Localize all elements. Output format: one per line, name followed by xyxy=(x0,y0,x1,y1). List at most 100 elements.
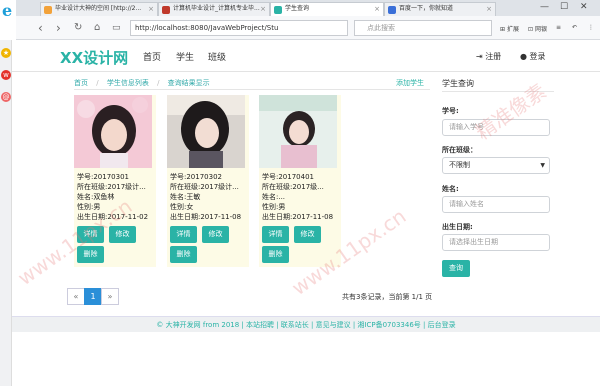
edit-button[interactable]: 修改 xyxy=(109,226,136,243)
detail-button[interactable]: 详情 xyxy=(262,226,289,243)
breadcrumb-home[interactable]: 首页 xyxy=(74,79,88,87)
birthday-input[interactable]: 请选择出生日期 xyxy=(442,234,550,251)
bank-button[interactable]: ⊡ 网银 xyxy=(528,24,547,33)
url-input[interactable]: http://localhost:8080/JavaWebProject/Stu xyxy=(130,20,348,36)
student-birthday: 出生日期:2017-11-08 xyxy=(170,213,242,221)
close-tab-icon[interactable]: × xyxy=(148,3,154,15)
student-photo xyxy=(259,95,337,168)
divider xyxy=(442,91,554,92)
student-class: 所在班级:2017级计... xyxy=(77,183,146,191)
page-1-button[interactable]: 1 xyxy=(84,288,102,305)
chevron-down-icon: ▼ xyxy=(540,162,545,169)
undo-icon[interactable]: ↶ xyxy=(572,24,577,31)
nav-classes[interactable]: 班级 xyxy=(208,50,226,63)
favicon-icon xyxy=(44,6,52,14)
search-input[interactable]: 点此搜索 xyxy=(354,20,492,36)
breadcrumb: 首页 / 学生信息列表 / 查询结果显示 添加学生 xyxy=(74,78,430,90)
browser-tab-active[interactable]: 学生查询 × xyxy=(270,2,384,16)
student-gender: 性别:男 xyxy=(77,203,101,211)
student-no: 学号:20170301 xyxy=(77,173,129,181)
prev-page-button[interactable]: « xyxy=(67,288,85,305)
browser-tab[interactable]: 百度一下，你就知道 × xyxy=(384,2,496,16)
star-icon[interactable]: ★ xyxy=(1,48,11,58)
student-info: 学号:20170401 所在班级:2017级... 姓名:... 性别:男 出生… xyxy=(262,172,341,222)
student-name: 姓名:... xyxy=(262,193,286,201)
page-icon: ▭ xyxy=(112,23,121,33)
delete-button[interactable]: 删除 xyxy=(170,246,197,263)
student-card: 学号:20170302 所在班级:2017级计... 姓名:王敏 性别:女 出生… xyxy=(167,95,249,267)
delete-button[interactable]: 删除 xyxy=(262,246,289,263)
name-label: 姓名: xyxy=(442,185,459,193)
detail-button[interactable]: 详情 xyxy=(77,226,104,243)
extension-button[interactable]: ⊞ 扩展 xyxy=(500,24,519,33)
student-card: 学号:20170301 所在班级:2017级计... 姓名:双鱼林 性别:男 出… xyxy=(74,95,156,267)
site-header: XX设计网 首页 学生 班级 ⇥ 注册 ● 登录 xyxy=(12,40,600,72)
close-tab-icon[interactable]: × xyxy=(374,3,380,15)
student-birthday: 出生日期:2017-11-08 xyxy=(262,213,334,221)
student-photo xyxy=(74,95,152,168)
register-button[interactable]: ⇥ 注册 xyxy=(476,51,501,62)
student-info: 学号:20170302 所在班级:2017级计... 姓名:王敏 性别:女 出生… xyxy=(170,172,249,222)
breadcrumb-student-list[interactable]: 学生信息列表 xyxy=(107,79,149,87)
weibo-icon[interactable]: w xyxy=(1,70,11,80)
browser-tab[interactable]: 计算机毕业设计_计算机专业毕... × xyxy=(158,2,270,16)
address-toolbar: ‹ › ↻ ⌂ ▭ http://localhost:8080/JavaWebP… xyxy=(16,16,600,40)
student-no: 学号:20170401 xyxy=(262,173,314,181)
close-tab-icon[interactable]: × xyxy=(260,3,266,15)
favicon-icon xyxy=(274,6,282,14)
forward-icon[interactable]: › xyxy=(56,21,61,35)
breadcrumb-separator: / xyxy=(157,79,160,87)
student-name: 姓名:王敏 xyxy=(170,193,201,201)
class-label: 所在班级： xyxy=(442,146,477,154)
edit-button[interactable]: 修改 xyxy=(294,226,321,243)
name-input[interactable]: 请输入姓名 xyxy=(442,196,550,213)
student-photo xyxy=(167,95,245,168)
login-button[interactable]: ● 登录 xyxy=(520,51,546,62)
menu-icon[interactable]: ≡ xyxy=(556,24,561,31)
favicon-icon xyxy=(162,6,170,14)
back-icon[interactable]: ‹ xyxy=(38,21,43,35)
browser-sidebar: ★ w @ xyxy=(0,40,12,386)
delete-button[interactable]: 删除 xyxy=(77,246,104,263)
edit-button[interactable]: 修改 xyxy=(202,226,229,243)
minimize-icon[interactable]: — xyxy=(540,2,549,12)
birthday-label: 出生日期: xyxy=(442,223,473,231)
browser-logo-icon: e xyxy=(0,0,16,20)
student-class: 所在班级:2017级计... xyxy=(170,183,239,191)
browser-tab[interactable]: 毕业设计大神的空间 [http://2... × xyxy=(40,2,158,16)
site-footer: © 大神开发网 from 2018 | 本站招聘 | 联系站长 | 意见与建议 … xyxy=(12,316,600,332)
detail-button[interactable]: 详情 xyxy=(170,226,197,243)
query-button[interactable]: 查询 xyxy=(442,260,470,277)
student-birthday: 出生日期:2017-11-02 xyxy=(77,213,149,221)
breadcrumb-separator: / xyxy=(96,79,99,87)
student-name: 姓名:双鱼林 xyxy=(77,193,115,201)
add-student-link[interactable]: 添加学生 xyxy=(396,78,424,88)
favicon-icon xyxy=(388,6,396,14)
browser-tab-bar: 毕业设计大神的空间 [http://2... × 计算机毕业设计_计算机专业毕.… xyxy=(0,0,600,16)
home-icon[interactable]: ⌂ xyxy=(94,22,100,33)
student-gender: 性别:女 xyxy=(170,203,194,211)
next-page-button[interactable]: » xyxy=(101,288,119,305)
close-window-icon[interactable]: ✕ xyxy=(580,2,588,12)
signin-icon: ⇥ xyxy=(476,52,486,61)
menu-more-icon[interactable]: ⋮ xyxy=(588,24,594,31)
page-summary: 共有3条记录，当前第 1/1 页 xyxy=(342,293,433,301)
class-select[interactable]: 不限制 ▼ xyxy=(442,157,550,174)
close-tab-icon[interactable]: × xyxy=(486,3,492,15)
student-class: 所在班级:2017级... xyxy=(262,183,324,191)
student-gender: 性别:男 xyxy=(262,203,286,211)
query-title: 学生查询 xyxy=(442,79,474,88)
student-no-input[interactable]: 请输入学号 xyxy=(442,119,550,136)
student-no-label: 学号: xyxy=(442,107,459,115)
nav-students[interactable]: 学生 xyxy=(176,50,194,63)
student-no: 学号:20170302 xyxy=(170,173,222,181)
student-info: 学号:20170301 所在班级:2017级计... 姓名:双鱼林 性别:男 出… xyxy=(77,172,156,222)
student-card: 学号:20170401 所在班级:2017级... 姓名:... 性别:男 出生… xyxy=(259,95,341,267)
maximize-icon[interactable]: ☐ xyxy=(560,2,568,12)
user-icon: ● xyxy=(520,52,530,61)
site-logo[interactable]: XX设计网 xyxy=(60,47,128,68)
nav-home[interactable]: 首页 xyxy=(143,50,161,63)
app-icon[interactable]: @ xyxy=(1,92,11,102)
breadcrumb-current: 查询结果显示 xyxy=(167,79,210,87)
refresh-icon[interactable]: ↻ xyxy=(74,22,82,33)
